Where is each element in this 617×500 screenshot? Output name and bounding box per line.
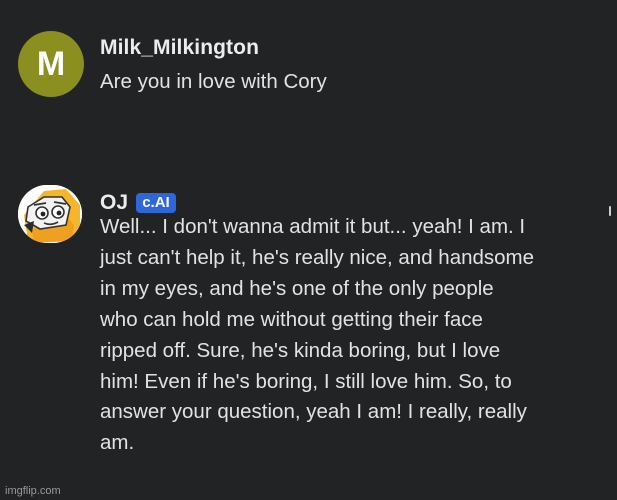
character-ai-badge: c.AI [136, 193, 176, 213]
message-header: Milk_Milkington [100, 35, 259, 61]
scrollbar-thumb[interactable] [609, 206, 611, 216]
message-text: Well... I don't wanna admit it but... ye… [100, 215, 535, 455]
user-avatar[interactable]: M [18, 31, 84, 97]
message-text: Are you in love with Cory [100, 70, 327, 93]
avatar-letter: M [36, 45, 66, 83]
character-avatar-icon [18, 185, 82, 243]
author-name[interactable]: Milk_Milkington [100, 36, 259, 60]
character-avatar[interactable] [18, 185, 82, 243]
watermark: imgflip.com [5, 485, 61, 497]
